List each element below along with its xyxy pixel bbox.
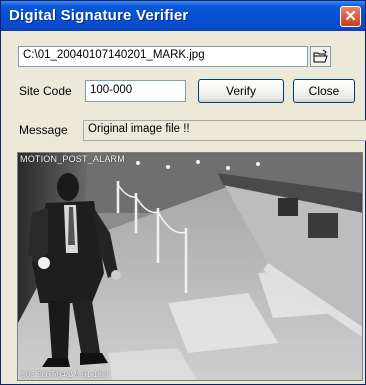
close-button[interactable]: Close bbox=[293, 79, 355, 103]
folder-open-icon bbox=[313, 49, 328, 63]
title-bar[interactable]: Digital Signature Verifier ✕ bbox=[1, 1, 365, 31]
verifier-window: Digital Signature Verifier ✕ C:\01_20040… bbox=[0, 0, 366, 385]
controls-panel: C:\01_20040107140201_MARK.jpg Site Code … bbox=[13, 43, 366, 144]
surveillance-image bbox=[18, 153, 362, 380]
message-field: Original image file !! bbox=[83, 120, 366, 141]
video-frame: MOTION_POST_ALARM C03 2007/04/2 5-01:18:… bbox=[17, 152, 363, 381]
close-icon: ✕ bbox=[344, 8, 357, 25]
video-overlay-top: MOTION_POST_ALARM bbox=[20, 154, 125, 164]
browse-button[interactable] bbox=[310, 46, 331, 67]
site-code-field[interactable]: 100-000 bbox=[85, 80, 186, 102]
verify-button[interactable]: Verify bbox=[198, 79, 284, 103]
site-code-label: Site Code bbox=[19, 84, 72, 98]
message-label: Message bbox=[19, 123, 68, 137]
close-window-button[interactable]: ✕ bbox=[340, 6, 361, 27]
file-path-field[interactable]: C:\01_20040107140201_MARK.jpg bbox=[18, 46, 308, 67]
window-title: Digital Signature Verifier bbox=[9, 7, 189, 24]
video-overlay-bottom: C03 2007/04/2 5-01:18:3 bbox=[20, 370, 109, 379]
